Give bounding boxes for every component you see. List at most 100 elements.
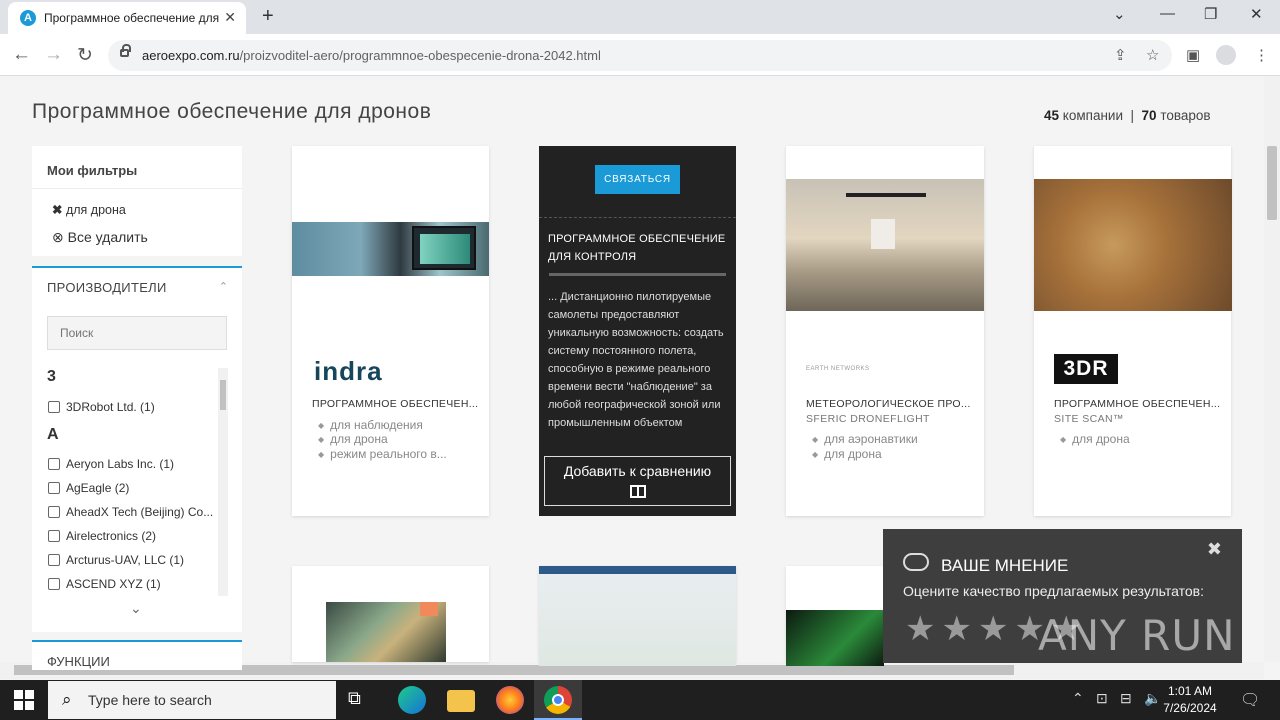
address-bar[interactable]: aeroexpo.com.ru/proizvoditel-aero/progra… xyxy=(108,40,1172,71)
product-card[interactable] xyxy=(786,566,884,666)
product-image[interactable] xyxy=(786,179,984,311)
share-icon[interactable]: ⇪ xyxy=(1114,46,1127,64)
manufacturer-checkbox[interactable]: ASCEND XYZ (1) xyxy=(48,577,218,591)
my-filters-panel: Мои фильтры ✖ для дрона ⊗ Все удалить xyxy=(32,146,242,256)
feedback-question: Оцените качество предлагаемых результато… xyxy=(903,583,1204,599)
manufacturers-panel: ПРОИЗВОДИТЕЛИ ⌃ 3 3DRobot Ltd. (1) A Aer… xyxy=(32,266,242,632)
back-icon[interactable]: ← xyxy=(12,44,31,66)
new-tab-icon[interactable]: + xyxy=(262,5,274,28)
show-more-chevron-icon[interactable]: ⌄ xyxy=(130,600,142,617)
product-card[interactable]: 3DR ПРОГРАММНОЕ ОБЕСПЕЧЕН... SITE SCAN™ … xyxy=(1034,146,1232,516)
restore-icon[interactable]: ❐ xyxy=(1204,5,1217,23)
minimize-icon[interactable]: — xyxy=(1160,5,1175,22)
manufacturer-checkbox[interactable]: AheadX Tech (Beijing) Co... xyxy=(48,505,218,519)
clear-all-filters[interactable]: ⊗ Все удалить xyxy=(52,229,148,246)
firefox-icon[interactable] xyxy=(496,686,524,714)
side-panel-icon[interactable]: ▣ xyxy=(1186,46,1200,64)
group-letter: 3 xyxy=(47,368,56,385)
reload-icon[interactable]: ↻ xyxy=(77,44,93,67)
checkbox-icon xyxy=(48,506,60,518)
url-text: aeroexpo.com.ru/proizvoditel-aero/progra… xyxy=(142,48,601,63)
product-card[interactable] xyxy=(292,566,489,662)
product-tag: для наблюдения xyxy=(318,418,423,432)
brand-logo: EARTH NETWORKS xyxy=(806,366,870,372)
overlay-product-title[interactable]: ПРОГРАММНОЕ ОБЕСПЕЧЕНИЕ ДЛЯ КОНТРОЛЯ xyxy=(548,230,728,266)
menu-kebab-icon[interactable]: ⋮ xyxy=(1254,46,1269,64)
product-tag: режим реального в... xyxy=(318,447,447,461)
chat-bubble-icon xyxy=(903,553,929,571)
windows-start-icon[interactable] xyxy=(14,690,34,710)
vertical-scroll-thumb[interactable] xyxy=(1267,146,1277,220)
product-name[interactable]: ПРОГРАММНОЕ ОБЕСПЕЧЕН... xyxy=(312,398,478,410)
functions-heading[interactable]: ФУНКЦИИ xyxy=(47,654,110,669)
checkbox-icon xyxy=(48,578,60,590)
product-tag: для дрона xyxy=(1060,432,1130,446)
manufacturer-checkbox[interactable]: AgEagle (2) xyxy=(48,481,218,495)
product-tag: для дрона xyxy=(812,447,882,461)
close-window-icon[interactable]: ✕ xyxy=(1250,5,1263,23)
brand-logo: indra xyxy=(314,356,383,386)
contact-button[interactable]: СВЯЗАТЬСЯ xyxy=(595,165,680,194)
bookmark-star-icon[interactable]: ☆ xyxy=(1146,46,1159,64)
notifications-icon[interactable]: 🗨 xyxy=(1240,690,1260,710)
product-card[interactable] xyxy=(539,566,736,666)
search-icon: ⌕ xyxy=(62,690,72,709)
star-icon[interactable]: ★ xyxy=(941,610,977,648)
compare-icon xyxy=(629,485,646,498)
product-name[interactable]: ПРОГРАММНОЕ ОБЕСПЕЧЕН... xyxy=(1054,398,1220,410)
checkbox-icon xyxy=(48,482,60,494)
tab-search-chevron-icon[interactable]: ⌄ xyxy=(1113,5,1126,23)
collapse-chevron-icon[interactable]: ⌃ xyxy=(219,280,228,293)
feedback-popup: ВАШЕ МНЕНИЕ ✖ Оцените качество предлагае… xyxy=(883,529,1242,663)
task-view-icon[interactable]: ⧉ xyxy=(348,688,376,716)
product-image[interactable] xyxy=(292,222,489,276)
forward-icon[interactable]: → xyxy=(44,44,63,66)
lock-icon xyxy=(120,44,131,57)
page-title: Программное обеспечение для дронов xyxy=(32,100,432,123)
star-icon[interactable]: ★ xyxy=(905,610,941,648)
profile-avatar-icon[interactable] xyxy=(1216,45,1236,65)
checkbox-icon xyxy=(48,530,60,542)
manufacturer-checkbox[interactable]: 3DRobot Ltd. (1) xyxy=(48,400,218,414)
product-tag: для дрона xyxy=(318,432,388,446)
manufacturer-checkbox[interactable]: Arcturus-UAV, LLC (1) xyxy=(48,553,218,567)
product-card[interactable]: EARTH NETWORKS МЕТЕОРОЛОГИЧЕСКОЕ ПРО... … xyxy=(786,146,984,516)
product-image[interactable] xyxy=(786,610,884,666)
overlay-description: ... Дистанционно пилотируемые самолеты п… xyxy=(548,291,724,429)
product-name[interactable]: МЕТЕОРОЛОГИЧЕСКОЕ ПРО... xyxy=(806,398,971,410)
product-image[interactable] xyxy=(539,566,736,666)
network-icon[interactable]: ⊡ xyxy=(1096,690,1108,707)
star-icon[interactable]: ★ xyxy=(978,610,1014,648)
brand-logo: 3DR xyxy=(1054,354,1118,384)
result-counts: 45 компании | 70 товаров xyxy=(1044,108,1211,123)
manufacturers-heading[interactable]: ПРОИЗВОДИТЕЛИ xyxy=(47,280,167,295)
checkbox-icon xyxy=(48,401,60,413)
feedback-title: ВАШЕ МНЕНИЕ xyxy=(941,556,1069,575)
product-brand: SFERIC DRONEFLIGHT xyxy=(806,413,930,425)
product-tag: для аэронавтики xyxy=(812,432,918,446)
checkbox-icon xyxy=(48,458,60,470)
browser-tab[interactable]: A Программное обеспечение для дронов ✕ xyxy=(8,2,246,34)
wifi-icon[interactable]: ⊟ xyxy=(1120,690,1132,707)
close-feedback-icon[interactable]: ✖ xyxy=(1207,539,1222,560)
system-clock[interactable]: 1:01 AM 7/26/2024 xyxy=(1158,683,1222,717)
product-image[interactable] xyxy=(1034,179,1232,311)
manufacturer-checkbox[interactable]: Airelectronics (2) xyxy=(48,529,218,543)
product-card-hover-overlay[interactable]: СВЯЗАТЬСЯ ПРОГРАММНОЕ ОБЕСПЕЧЕНИЕ ДЛЯ КО… xyxy=(539,146,736,516)
group-letter: A xyxy=(47,426,59,443)
product-brand: SITE SCAN™ xyxy=(1054,413,1124,425)
edge-icon[interactable] xyxy=(398,686,426,714)
tab-title: Программное обеспечение для дронов xyxy=(44,11,220,25)
add-to-compare-button[interactable]: Добавить к сравнению xyxy=(544,456,731,506)
manufacturer-search-input[interactable] xyxy=(47,316,227,350)
manufacturer-list-scrollbar[interactable] xyxy=(218,368,228,596)
manufacturer-checkbox[interactable]: Aeryon Labs Inc. (1) xyxy=(48,457,218,471)
close-tab-icon[interactable]: ✕ xyxy=(224,9,236,26)
clear-circle-icon: ⊗ xyxy=(52,229,64,245)
tray-chevron-icon[interactable]: ⌃ xyxy=(1072,690,1084,707)
taskbar-search-box[interactable]: ⌕ Type here to search xyxy=(48,681,336,719)
product-card[interactable]: indra ПРОГРАММНОЕ ОБЕСПЕЧЕН... для наблю… xyxy=(292,146,489,516)
remove-filter-icon[interactable]: ✖ xyxy=(52,203,62,217)
file-explorer-icon[interactable] xyxy=(447,690,475,712)
active-filter-chip[interactable]: ✖ для дрона xyxy=(52,202,126,217)
